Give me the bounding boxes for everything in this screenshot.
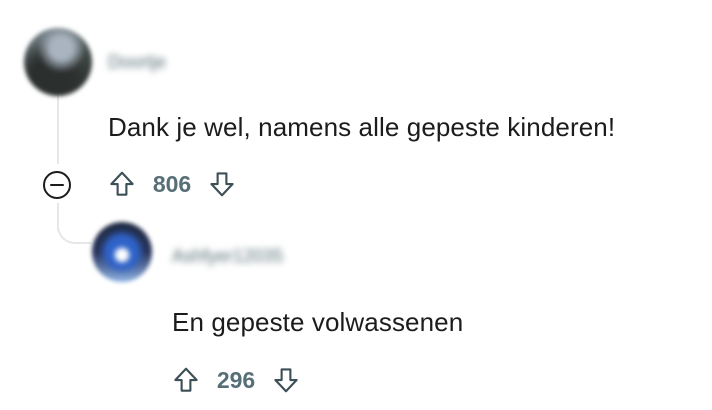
avatar[interactable] (24, 28, 92, 96)
downvote-button[interactable] (204, 166, 240, 202)
downvote-button[interactable] (268, 362, 304, 398)
comment-body: Dank je wel, namens alle gepeste kindere… (108, 112, 616, 142)
upvote-button[interactable] (168, 362, 204, 398)
thread-reply-connector (57, 214, 91, 244)
arrow-down-outline-icon (274, 368, 298, 393)
comment-body: En gepeste volwassenen (172, 307, 464, 337)
arrow-up-outline-icon (174, 367, 198, 392)
arrow-up-outline-icon (110, 171, 134, 196)
comment-username[interactable]: Ashfyer12035 (172, 246, 283, 267)
comment-username[interactable]: Doortje (108, 52, 166, 73)
thread-line (57, 92, 59, 164)
vote-score: 806 (152, 170, 192, 197)
arrow-down-outline-icon (210, 172, 234, 197)
vote-bar: 296 (168, 362, 304, 398)
vote-score: 296 (216, 366, 256, 393)
upvote-button[interactable] (104, 166, 140, 202)
vote-bar: 806 (104, 166, 240, 202)
avatar[interactable] (92, 222, 152, 282)
minus-circle-icon (43, 171, 71, 199)
collapse-thread-button[interactable] (40, 168, 74, 202)
